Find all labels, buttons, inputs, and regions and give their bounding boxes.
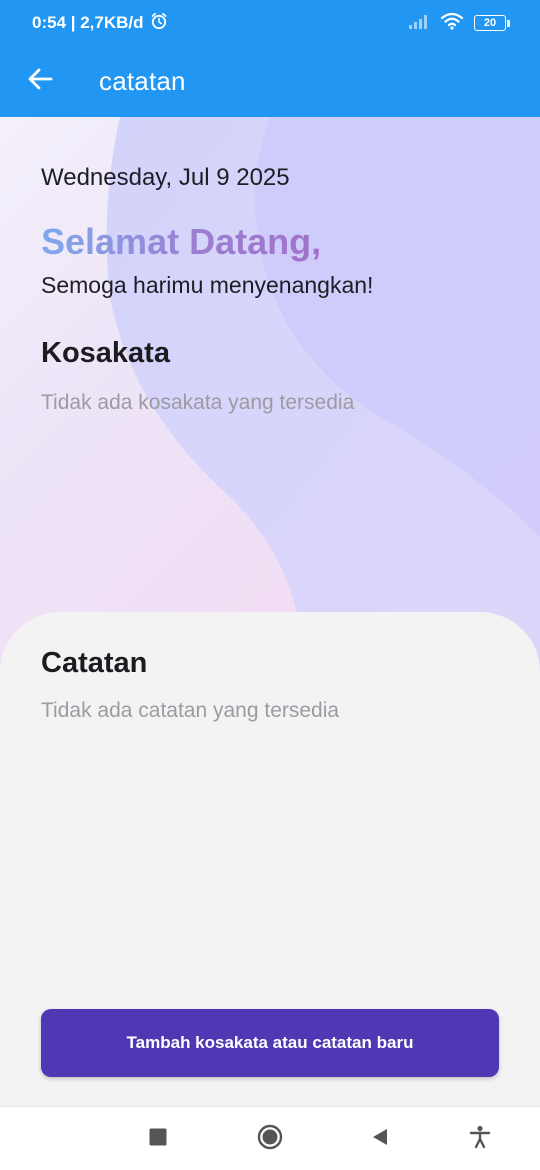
welcome-subtitle: Semoga harimu menyenangkan! [41,272,374,298]
notes-section-title: Catatan [41,647,148,679]
status-left: 0:54 | 2,7KB/d [32,12,168,35]
app-bar: catatan [0,46,540,117]
vocab-section-title: Kosakata [41,337,170,369]
status-time: 0:54 | 2,7KB/d [32,13,144,32]
battery-icon: 20 [474,15,510,31]
recents-square-icon [149,1128,167,1151]
back-button[interactable] [10,52,70,112]
back-triangle-icon [371,1128,389,1151]
vocab-empty-text: Tidak ada kosakata yang tersedia [41,391,355,414]
alarm-icon [150,12,168,35]
arrow-left-icon [27,67,53,96]
home-button[interactable] [252,1121,288,1157]
status-right: 20 [408,12,510,35]
add-entry-label: Tambah kosakata atau catatan baru [126,1033,414,1052]
battery-level: 20 [474,15,506,31]
nav-back-button[interactable] [362,1121,398,1157]
hero-section: Wednesday, Jul 9 2025 Selamat Datang, Se… [0,117,540,677]
notes-empty-text: Tidak ada catatan yang tersedia [41,699,340,722]
status-bar: 0:54 | 2,7KB/d 20 [0,0,540,46]
accessibility-icon [469,1125,491,1154]
home-circle-icon [257,1124,283,1155]
date-label: Wednesday, Jul 9 2025 [41,164,290,191]
wifi-icon [440,12,464,35]
welcome-heading: Selamat Datang, [41,221,322,262]
system-nav-bar [0,1106,540,1170]
signal-icon [408,13,430,34]
add-entry-button[interactable]: Tambah kosakata atau catatan baru [41,1009,499,1077]
accessibility-button[interactable] [462,1121,498,1157]
app-title: catatan [99,66,186,96]
recents-button[interactable] [140,1121,176,1157]
